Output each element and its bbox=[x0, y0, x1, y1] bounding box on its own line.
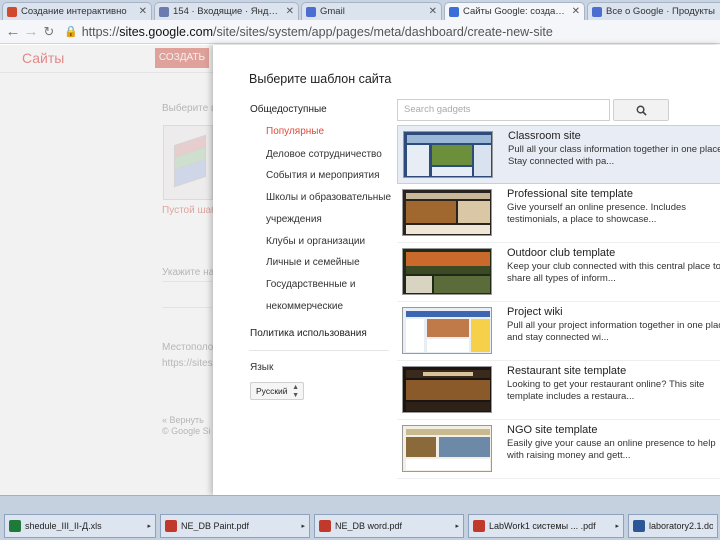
reload-icon[interactable]: ↻ bbox=[40, 24, 58, 40]
template-row[interactable]: Outdoor club template Keep your club con… bbox=[397, 243, 720, 302]
gmail-icon bbox=[306, 6, 316, 17]
template-thumbnail bbox=[402, 248, 492, 295]
close-tab-icon[interactable]: ✕ bbox=[286, 6, 294, 17]
template-title[interactable]: Classroom site bbox=[508, 130, 581, 142]
chevron-right-icon: ▸ bbox=[615, 523, 619, 530]
browser-tab[interactable]: Gmail ✕ bbox=[301, 2, 442, 20]
category-schools-cont[interactable]: учреждения bbox=[266, 214, 322, 225]
category-public[interactable]: Общедоступные bbox=[250, 104, 327, 115]
browser-tab[interactable]: Создание интерактивно ✕ bbox=[2, 2, 152, 20]
template-description: Easily give your cause an online presenc… bbox=[507, 438, 716, 461]
browser-tab-active[interactable]: Сайты Google: создание ✕ bbox=[444, 2, 585, 20]
word-icon bbox=[633, 520, 645, 532]
category-personal[interactable]: Личные и семейные bbox=[266, 257, 360, 268]
browser-tab-strip: Создание интерактивно ✕ 154 · Входящие ·… bbox=[0, 0, 720, 20]
template-description: Keep your club connected with this centr… bbox=[507, 261, 720, 284]
category-government[interactable]: Государственные и bbox=[266, 279, 355, 290]
google-icon bbox=[592, 6, 602, 17]
category-schools[interactable]: Школы и образовательные bbox=[266, 192, 391, 203]
dialog-title: Выберите шаблон сайта bbox=[249, 72, 392, 86]
lock-icon: 🔒 bbox=[64, 26, 78, 38]
template-row[interactable]: Classroom site Pull all your class infor… bbox=[397, 125, 720, 184]
template-title[interactable]: Outdoor club template bbox=[507, 247, 615, 259]
forward-arrow-icon[interactable]: → bbox=[22, 23, 40, 40]
template-description: Pull all your class information together… bbox=[508, 144, 720, 167]
ppt-icon bbox=[7, 6, 17, 17]
template-row[interactable]: Professional site template Give yourself… bbox=[397, 184, 720, 243]
divider bbox=[249, 350, 389, 351]
search-icon bbox=[636, 105, 647, 116]
taskbar-item[interactable]: shedule_III_II-Д.xls ▸ bbox=[4, 514, 156, 538]
taskbar-item[interactable]: NE_DB word.pdf ▸ bbox=[314, 514, 464, 538]
search-button[interactable] bbox=[613, 99, 669, 121]
chevron-right-icon: ▸ bbox=[147, 523, 151, 530]
category-government-cont[interactable]: некоммерческие bbox=[266, 301, 343, 312]
template-thumbnail bbox=[402, 307, 492, 354]
close-tab-icon[interactable]: ✕ bbox=[429, 6, 437, 17]
template-title[interactable]: Project wiki bbox=[507, 306, 563, 318]
taskbar-item[interactable]: laboratory2.1.doc bbox=[628, 514, 718, 538]
select-arrows-icon: ▲ ▼ bbox=[292, 384, 299, 399]
template-thumbnail bbox=[402, 366, 492, 413]
template-title[interactable]: Restaurant site template bbox=[507, 365, 626, 377]
browser-tab[interactable]: 154 · Входящие · Яндекс ✕ bbox=[154, 2, 299, 20]
template-dialog: Выберите шаблон сайта Общедоступные Попу… bbox=[213, 45, 720, 495]
close-tab-icon[interactable]: ✕ bbox=[572, 6, 580, 17]
category-events[interactable]: События и мероприятия bbox=[266, 170, 380, 181]
address-bar[interactable]: 🔒 https://sites.google.com/site/sites/sy… bbox=[64, 23, 720, 41]
template-title[interactable]: Professional site template bbox=[507, 188, 633, 200]
mail-icon bbox=[159, 6, 169, 17]
template-description: Give yourself an online presence. Includ… bbox=[507, 202, 687, 225]
search-input[interactable]: Search gadgets bbox=[397, 99, 610, 121]
template-title[interactable]: NGO site template bbox=[507, 424, 597, 436]
sites-icon bbox=[449, 6, 459, 17]
category-business[interactable]: Деловое сотрудничество bbox=[266, 149, 382, 160]
browser-toolbar: ← → ↻ 🔒 https://sites.google.com/site/si… bbox=[0, 20, 720, 44]
category-clubs[interactable]: Клубы и организации bbox=[266, 236, 365, 247]
template-description: Looking to get your restaurant online? T… bbox=[507, 379, 705, 402]
chevron-right-icon: ▸ bbox=[301, 523, 305, 530]
excel-icon bbox=[9, 520, 21, 532]
template-row[interactable]: Project wiki Pull all your project infor… bbox=[397, 302, 720, 361]
back-arrow-icon[interactable]: ← bbox=[4, 23, 22, 40]
template-row[interactable]: Restaurant site template Looking to get … bbox=[397, 361, 720, 420]
chevron-right-icon: ▸ bbox=[455, 523, 459, 530]
pdf-icon bbox=[165, 520, 177, 532]
template-list: Classroom site Pull all your class infor… bbox=[397, 125, 720, 479]
close-tab-icon[interactable]: ✕ bbox=[139, 6, 147, 17]
language-select[interactable]: Русский ▲ ▼ bbox=[250, 382, 304, 400]
template-thumbnail bbox=[402, 425, 492, 472]
pdf-icon bbox=[319, 520, 331, 532]
pdf-icon bbox=[473, 520, 485, 532]
category-popular[interactable]: Популярные bbox=[266, 126, 324, 137]
taskbar-item[interactable]: LabWork1 системы ... .pdf ▸ bbox=[468, 514, 624, 538]
template-description: Pull all your project information togeth… bbox=[507, 320, 720, 343]
template-thumbnail bbox=[403, 131, 493, 178]
usage-policy-link[interactable]: Политика использования bbox=[250, 328, 367, 339]
template-row[interactable]: NGO site template Easily give your cause… bbox=[397, 420, 720, 479]
os-taskbar: shedule_III_II-Д.xls ▸ NE_DB Paint.pdf ▸… bbox=[0, 495, 720, 540]
taskbar-item[interactable]: NE_DB Paint.pdf ▸ bbox=[160, 514, 310, 538]
browser-tab[interactable]: Все о Google · Продукты bbox=[587, 2, 720, 20]
language-label: Язык bbox=[250, 362, 274, 373]
template-thumbnail bbox=[402, 189, 492, 236]
